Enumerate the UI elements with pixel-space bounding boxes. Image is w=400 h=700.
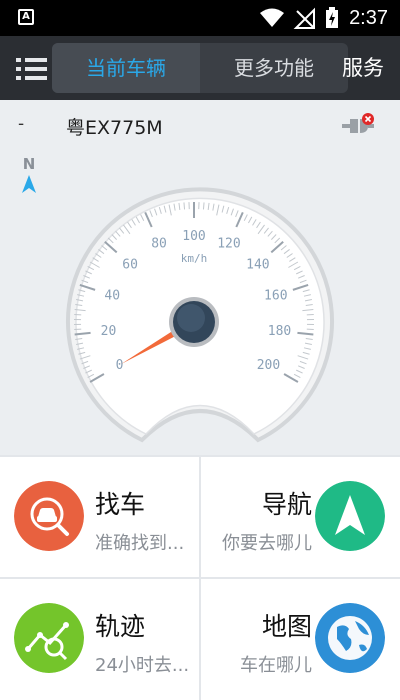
menu-list-icon[interactable]	[14, 54, 50, 84]
compass: N	[18, 155, 40, 199]
speedometer: 0 20 40 60 80 100 120 140 160 180 200 km/h	[66, 187, 334, 443]
track-card[interactable]: 轨迹 24小时去...	[0, 579, 199, 699]
speed-tick-label: 140	[246, 257, 269, 272]
status-bar: A 2:37	[0, 0, 400, 36]
track-subtitle: 24小时去...	[95, 655, 190, 676]
speed-tick	[183, 202, 186, 210]
speed-tick-label: 100	[182, 229, 205, 244]
tab-bar: 当前车辆 更多功能	[52, 43, 348, 93]
speed-tick-label: 20	[101, 324, 117, 339]
find-car-subtitle: 准确找到...	[95, 533, 185, 554]
globe-icon	[315, 603, 385, 673]
feature-grid: 找车 准确找到... 导航 你要去哪儿 轨迹 24小时去... 地图 车在哪儿	[0, 455, 400, 700]
find-car-card[interactable]: 找车 准确找到...	[0, 457, 199, 577]
speed-tick-label: 160	[264, 288, 287, 303]
license-plate[interactable]: 粤EX775M	[66, 113, 163, 140]
track-icon	[14, 603, 84, 673]
navigation-title: 导航	[261, 490, 312, 519]
car-search-icon	[14, 481, 84, 551]
clock: 2:37	[349, 6, 388, 29]
tab-current-vehicle[interactable]: 当前车辆	[52, 43, 200, 93]
navigation-arrow-icon	[315, 481, 385, 551]
speed-tick-label: 0	[116, 358, 124, 373]
speed-tick-label: 120	[217, 236, 240, 251]
system-indicators: 2:37	[259, 0, 400, 36]
vehicle-panel: - 粤EX775M N 0 20 40 60 80 100 120 140 160 180 200 …	[0, 100, 400, 455]
speed-tick-label: 40	[104, 288, 120, 303]
service-button[interactable]: 服务	[342, 36, 384, 100]
vehicle-status-text: -	[18, 114, 25, 134]
navigation-subtitle: 你要去哪儿	[222, 533, 312, 554]
battery-charging-icon	[326, 7, 339, 28]
speed-tick	[202, 202, 205, 210]
map-title: 地图	[261, 612, 312, 641]
compass-arrow-icon	[22, 175, 36, 193]
app-header: 当前车辆 更多功能 服务	[0, 36, 400, 100]
wifi-icon	[260, 8, 285, 27]
tab-more-functions[interactable]: 更多功能	[200, 43, 348, 93]
no-signal-icon	[293, 7, 316, 29]
compass-north-label: N	[22, 155, 36, 173]
navigation-card[interactable]: 导航 你要去哪儿	[201, 457, 400, 577]
speed-unit-label: km/h	[181, 252, 208, 265]
app-notification-icon: A	[18, 9, 34, 25]
map-card[interactable]: 地图 车在哪儿	[201, 579, 400, 699]
speed-tick-label: 80	[151, 236, 167, 251]
map-subtitle: 车在哪儿	[240, 655, 312, 676]
find-car-title: 找车	[95, 490, 146, 519]
speed-tick-label: 60	[122, 257, 138, 272]
track-title: 轨迹	[95, 612, 146, 641]
speed-tick-label: 200	[257, 358, 280, 373]
speed-tick-label: 180	[268, 324, 291, 339]
disconnected-plug-icon	[342, 113, 374, 133]
